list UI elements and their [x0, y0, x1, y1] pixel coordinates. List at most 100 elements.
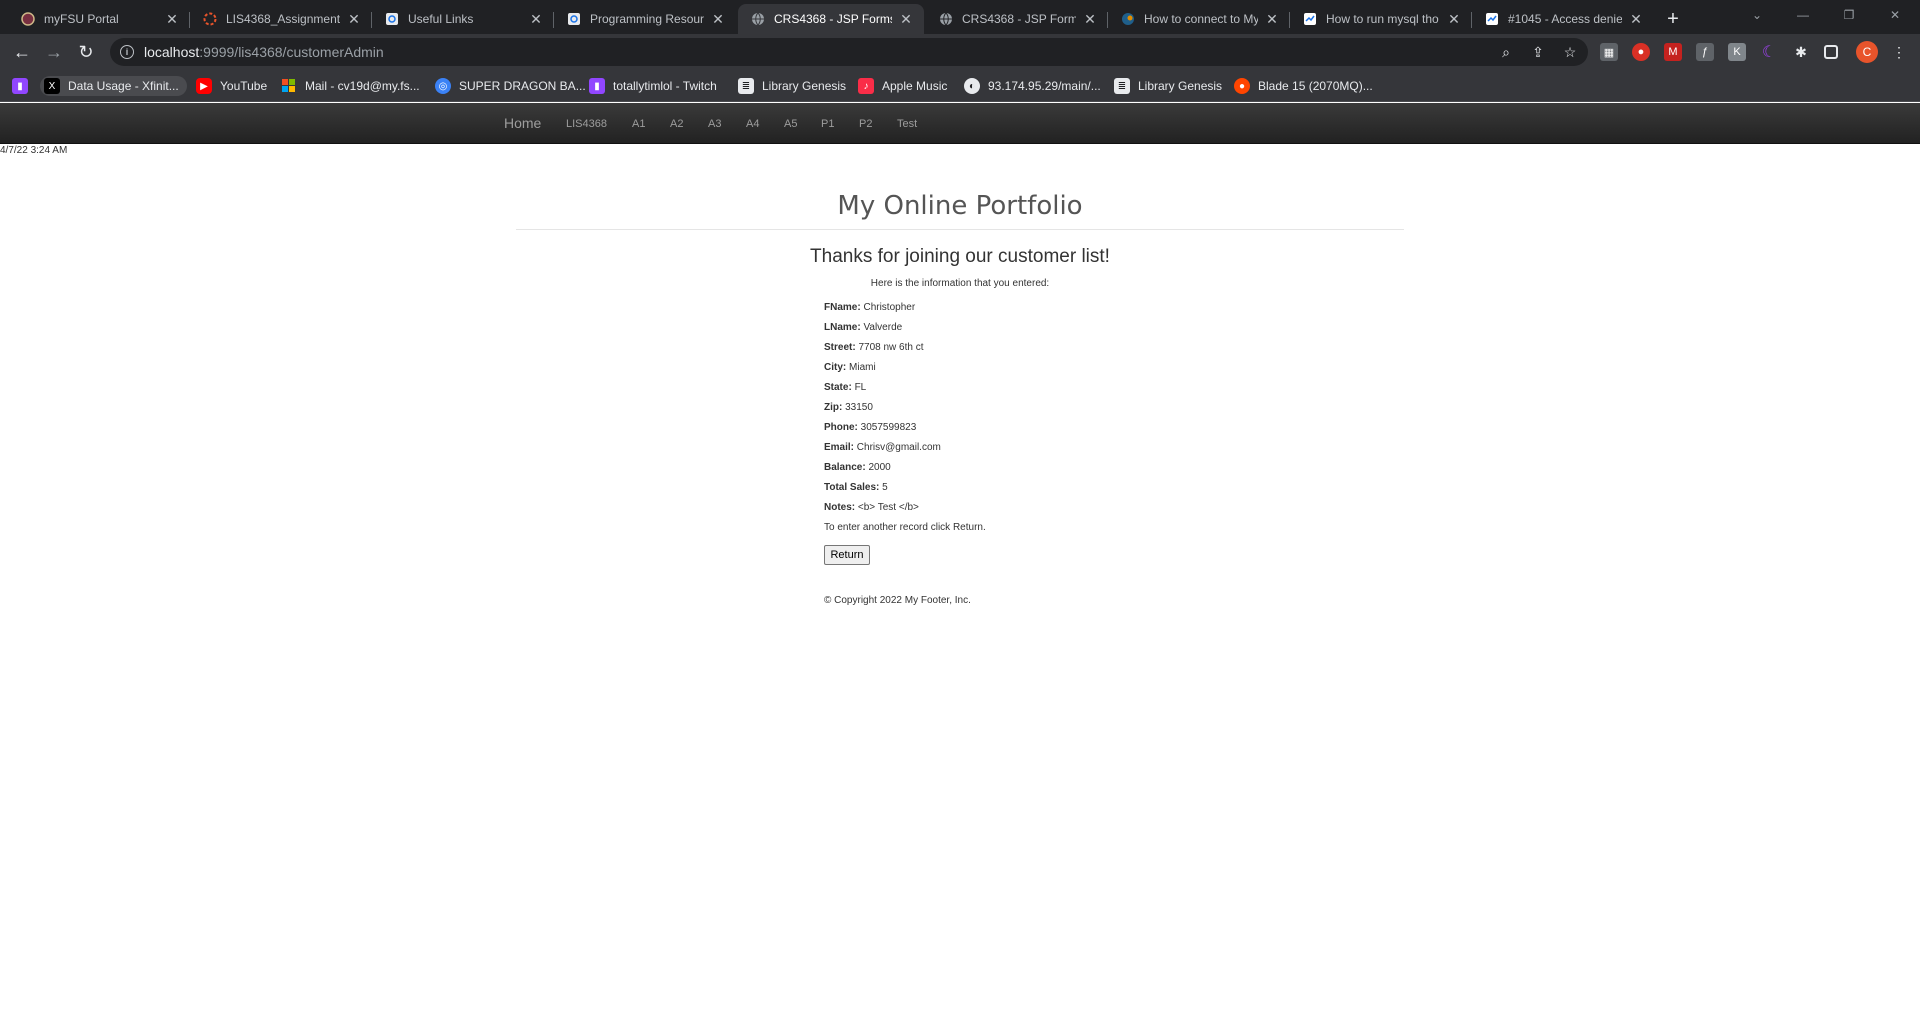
bookmark-item[interactable]: Mail - cv19d@my.fs... — [281, 76, 420, 96]
bookmark-label: Library Genesis — [762, 79, 847, 93]
close-icon[interactable]: ✕ — [1446, 11, 1462, 27]
zoom-icon[interactable]: ⌕ — [1498, 44, 1514, 60]
close-icon[interactable]: ✕ — [164, 11, 180, 27]
nav-link-a4[interactable]: A4 — [746, 118, 759, 130]
bookmark-label: Data Usage - Xfinit... — [68, 79, 179, 93]
nav-link-a3[interactable]: A3 — [708, 118, 721, 130]
moon-icon[interactable]: ☾ — [1760, 43, 1778, 61]
address-bar[interactable]: i localhost:9999/lis4368/customerAdmin ⌕… — [110, 38, 1588, 66]
browser-tab[interactable]: LIS4368_Assignment5 ✕ — [190, 4, 372, 34]
extension-icon[interactable]: ▦ — [1600, 43, 1618, 61]
close-icon[interactable]: ✕ — [1264, 11, 1280, 27]
field-label: Notes: — [824, 502, 856, 513]
so-icon — [1302, 11, 1318, 27]
tab-title: CRS4368 - JSP Forms — [774, 12, 892, 26]
back-icon[interactable]: ← — [8, 38, 36, 66]
book-icon: ≣ — [738, 78, 754, 94]
close-icon[interactable]: ✕ — [1628, 11, 1644, 27]
nav-home-link[interactable]: Home — [504, 115, 541, 131]
site-navbar: Home LIS4368 A1 A2 A3 A4 A5 P1 P2 Test — [0, 103, 1920, 144]
close-icon[interactable]: ✕ — [1082, 11, 1098, 27]
return-button[interactable]: Return — [824, 545, 870, 565]
youtube-icon: ▶ — [196, 78, 212, 94]
side-panel-icon[interactable] — [1824, 45, 1838, 59]
close-icon[interactable]: ✕ — [346, 11, 362, 27]
puzzle-icon[interactable]: ✱ — [1792, 43, 1810, 61]
field-value: 3057599823 — [860, 422, 917, 433]
field-value: 2000 — [868, 462, 891, 473]
profile-avatar[interactable]: C — [1856, 41, 1878, 63]
bookmark-label: Apple Music — [882, 79, 948, 93]
browser-tab[interactable]: #1045 - Access denied ✕ — [1472, 4, 1654, 34]
field-value: 7708 nw 6th ct — [858, 342, 924, 353]
bookmark-item[interactable]: ◎ SUPER DRAGON BA... — [435, 76, 586, 96]
bookmark-label: Library Genesis — [1138, 79, 1223, 93]
nav-link-lis4368[interactable]: LIS4368 — [566, 118, 607, 130]
field-label: Phone: — [824, 422, 858, 433]
field-total-sales: Total Sales: 5 — [824, 482, 888, 493]
field-email: Email: Chrisv@gmail.com — [824, 442, 941, 453]
footer-copyright: © Copyright 2022 My Footer, Inc. — [824, 595, 971, 606]
browser-tab[interactable]: Programming Resource ✕ — [554, 4, 736, 34]
bookmark-item[interactable]: ♪ Apple Music — [858, 76, 947, 96]
field-value: FL — [854, 382, 867, 393]
forward-icon[interactable]: → — [40, 38, 68, 66]
bookmark-item[interactable]: ≣ Library Genesis — [738, 76, 846, 96]
tab-title: How to run mysql tho — [1326, 12, 1439, 26]
reload-icon[interactable]: ↻ — [72, 38, 100, 66]
tab-search-icon[interactable]: ⌄ — [1734, 0, 1780, 30]
extension-icon[interactable]: ƒ — [1696, 43, 1714, 61]
nav-link-p1[interactable]: P1 — [821, 118, 834, 130]
nav-link-a1[interactable]: A1 — [632, 118, 645, 130]
bookmark-label: Mail - cv19d@my.fs... — [305, 79, 420, 93]
bookmark-item[interactable]: ▶ YouTube — [196, 76, 267, 96]
close-icon[interactable]: ✕ — [710, 11, 726, 27]
browser-tab[interactable]: CRS4368 - JSP Forms ✕ — [926, 4, 1108, 34]
site-info-icon[interactable]: i — [120, 45, 134, 59]
globe-icon: ◐ — [964, 78, 980, 94]
bookmark-label: totallytimlol - Twitch — [613, 79, 717, 93]
nav-link-test[interactable]: Test — [897, 118, 917, 130]
bookmark-item[interactable]: ● Blade 15 (2070MQ)... — [1234, 76, 1373, 96]
browser-tab-active[interactable]: CRS4368 - JSP Forms ✕ — [738, 4, 924, 34]
menu-kebab-icon[interactable]: ⋮ — [1890, 43, 1908, 61]
browser-tab[interactable]: How to run mysql tho ✕ — [1290, 4, 1472, 34]
browser-tab[interactable]: How to connect to My ✕ — [1108, 4, 1290, 34]
divider — [516, 229, 1404, 230]
minimize-icon[interactable]: — — [1780, 0, 1826, 30]
close-icon[interactable]: ✕ — [528, 11, 544, 27]
nav-link-a2[interactable]: A2 — [670, 118, 683, 130]
bookmark-star-icon[interactable]: ☆ — [1562, 44, 1578, 60]
adblock-icon[interactable]: ● — [1632, 43, 1650, 61]
nav-link-p2[interactable]: P2 — [859, 118, 872, 130]
window-close-icon[interactable]: ✕ — [1872, 0, 1918, 30]
extension-icon[interactable]: K — [1728, 43, 1746, 61]
field-phone: Phone: 3057599823 — [824, 422, 916, 433]
field-value: <b> Test </b> — [857, 502, 919, 513]
timestamp: 4/7/22 3:24 AM — [0, 145, 68, 156]
music-icon: ♪ — [858, 78, 874, 94]
browser-tab[interactable]: Useful Links ✕ — [372, 4, 554, 34]
bookmark-item[interactable]: X Data Usage - Xfinit... — [40, 76, 187, 96]
bookmark-item[interactable]: ≣ Library Genesis — [1114, 76, 1222, 96]
nav-link-a5[interactable]: A5 — [784, 118, 797, 130]
extension-icon[interactable]: M — [1664, 43, 1682, 61]
field-balance: Balance: 2000 — [824, 462, 891, 473]
tab-title: CRS4368 - JSP Forms — [962, 12, 1076, 26]
restore-icon[interactable]: ❐ — [1826, 0, 1872, 30]
bookmark-item[interactable]: ▮ — [12, 76, 36, 96]
dragon-icon: ◎ — [435, 78, 451, 94]
tab-strip: myFSU Portal ✕ LIS4368_Assignment5 ✕ Use… — [0, 0, 1920, 34]
browser-toolbar: ← → ↻ i localhost:9999/lis4368/customerA… — [0, 34, 1920, 70]
bookmark-item[interactable]: ◐ 93.174.95.29/main/... — [964, 76, 1101, 96]
share-icon[interactable]: ⇪ — [1530, 44, 1546, 60]
page-title: My Online Portfolio — [837, 191, 1083, 221]
url-text[interactable]: localhost:9999/lis4368/customerAdmin — [144, 44, 384, 60]
globe-icon — [750, 11, 766, 27]
field-city: City: Miami — [824, 362, 876, 373]
close-icon[interactable]: ✕ — [898, 11, 914, 27]
new-tab-button[interactable]: + — [1660, 6, 1686, 32]
bookmarks-bar: ▮ X Data Usage - Xfinit... ▶ YouTube Mail … — [0, 70, 1920, 102]
browser-tab[interactable]: myFSU Portal ✕ — [8, 4, 190, 34]
bookmark-item[interactable]: ▮ totallytimlol - Twitch — [589, 76, 717, 96]
